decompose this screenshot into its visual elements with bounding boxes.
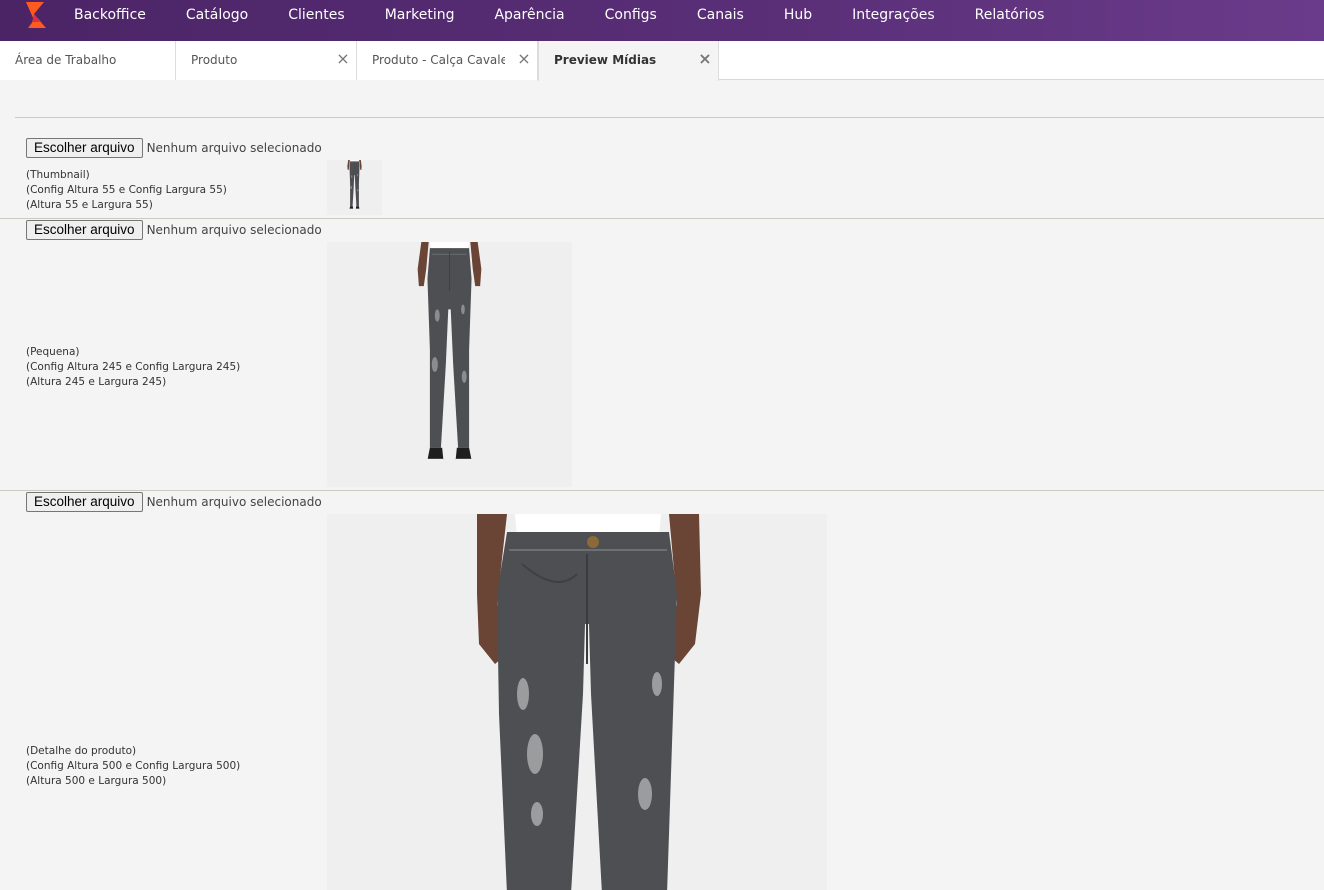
- top-nav: Backoffice Catálogo Clientes Marketing A…: [0, 0, 1324, 41]
- small-preview-image: [327, 242, 572, 487]
- divider: [0, 490, 1324, 491]
- actual-size-label: (Altura 245 e Largura 245): [26, 376, 167, 388]
- tab-produto-calca[interactable]: Produto - Calça Cavalera I ×: [357, 41, 538, 80]
- tab-area-de-trabalho[interactable]: Área de Trabalho: [0, 41, 176, 80]
- nav-catalogo[interactable]: Catálogo: [166, 0, 268, 31]
- file-status: Nenhum arquivo selecionado: [146, 141, 322, 155]
- file-picker-thumbnail: Escolher arquivo Nenhum arquivo selecion…: [26, 138, 322, 158]
- nav-relatorios[interactable]: Relatórios: [955, 0, 1065, 31]
- file-picker-detail: Escolher arquivo Nenhum arquivo selecion…: [26, 492, 322, 512]
- logo-icon: [26, 2, 46, 28]
- media-type-label: (Detalhe do produto): [26, 745, 137, 757]
- file-status: Nenhum arquivo selecionado: [146, 495, 322, 509]
- media-type-label: (Pequena): [26, 346, 80, 358]
- close-icon[interactable]: ×: [698, 41, 712, 79]
- divider: [0, 218, 1324, 219]
- choose-file-button[interactable]: Escolher arquivo: [26, 492, 143, 512]
- file-status: Nenhum arquivo selecionado: [146, 223, 322, 237]
- nav-clientes[interactable]: Clientes: [268, 0, 364, 31]
- tab-label: Preview Mídias: [554, 53, 657, 67]
- nav-hub[interactable]: Hub: [764, 0, 832, 31]
- nav-configs[interactable]: Configs: [585, 0, 677, 31]
- tab-label: Produto - Calça Cavalera I: [372, 53, 505, 67]
- config-size-label: (Config Altura 245 e Config Largura 245): [26, 361, 241, 373]
- detail-description: (Detalhe do produto) (Config Altura 500 …: [26, 744, 240, 789]
- tab-bar: Área de Trabalho Produto × Produto - Cal…: [0, 41, 1324, 81]
- nav-integracoes[interactable]: Integrações: [832, 0, 955, 31]
- close-icon[interactable]: ×: [336, 41, 350, 79]
- tab-produto[interactable]: Produto ×: [176, 41, 357, 80]
- actual-size-label: (Altura 500 e Largura 500): [26, 775, 167, 787]
- nav-marketing[interactable]: Marketing: [365, 0, 475, 31]
- choose-file-button[interactable]: Escolher arquivo: [26, 138, 143, 158]
- small-description: (Pequena) (Config Altura 245 e Config La…: [26, 345, 240, 390]
- brand-logo[interactable]: [18, 0, 52, 34]
- config-size-label: (Config Altura 55 e Config Largura 55): [26, 184, 227, 196]
- file-picker-small: Escolher arquivo Nenhum arquivo selecion…: [26, 220, 322, 240]
- nav-canais[interactable]: Canais: [677, 0, 764, 31]
- detail-preview-image: [327, 514, 827, 890]
- nav-backoffice[interactable]: Backoffice: [54, 0, 166, 31]
- config-size-label: (Config Altura 500 e Config Largura 500): [26, 760, 241, 772]
- divider: [15, 117, 1324, 118]
- thumbnail-preview-image: [327, 160, 382, 215]
- tab-preview-midias[interactable]: Preview Mídias ×: [538, 41, 719, 81]
- tab-label: Área de Trabalho: [15, 53, 117, 67]
- main-menu: Backoffice Catálogo Clientes Marketing A…: [54, 0, 1064, 31]
- thumbnail-description: (Thumbnail) (Config Altura 55 e Config L…: [26, 168, 227, 213]
- close-icon[interactable]: ×: [517, 41, 531, 79]
- actual-size-label: (Altura 55 e Largura 55): [26, 199, 153, 211]
- media-type-label: (Thumbnail): [26, 169, 90, 181]
- nav-aparencia[interactable]: Aparência: [474, 0, 584, 31]
- tab-label: Produto: [191, 53, 238, 67]
- choose-file-button[interactable]: Escolher arquivo: [26, 220, 143, 240]
